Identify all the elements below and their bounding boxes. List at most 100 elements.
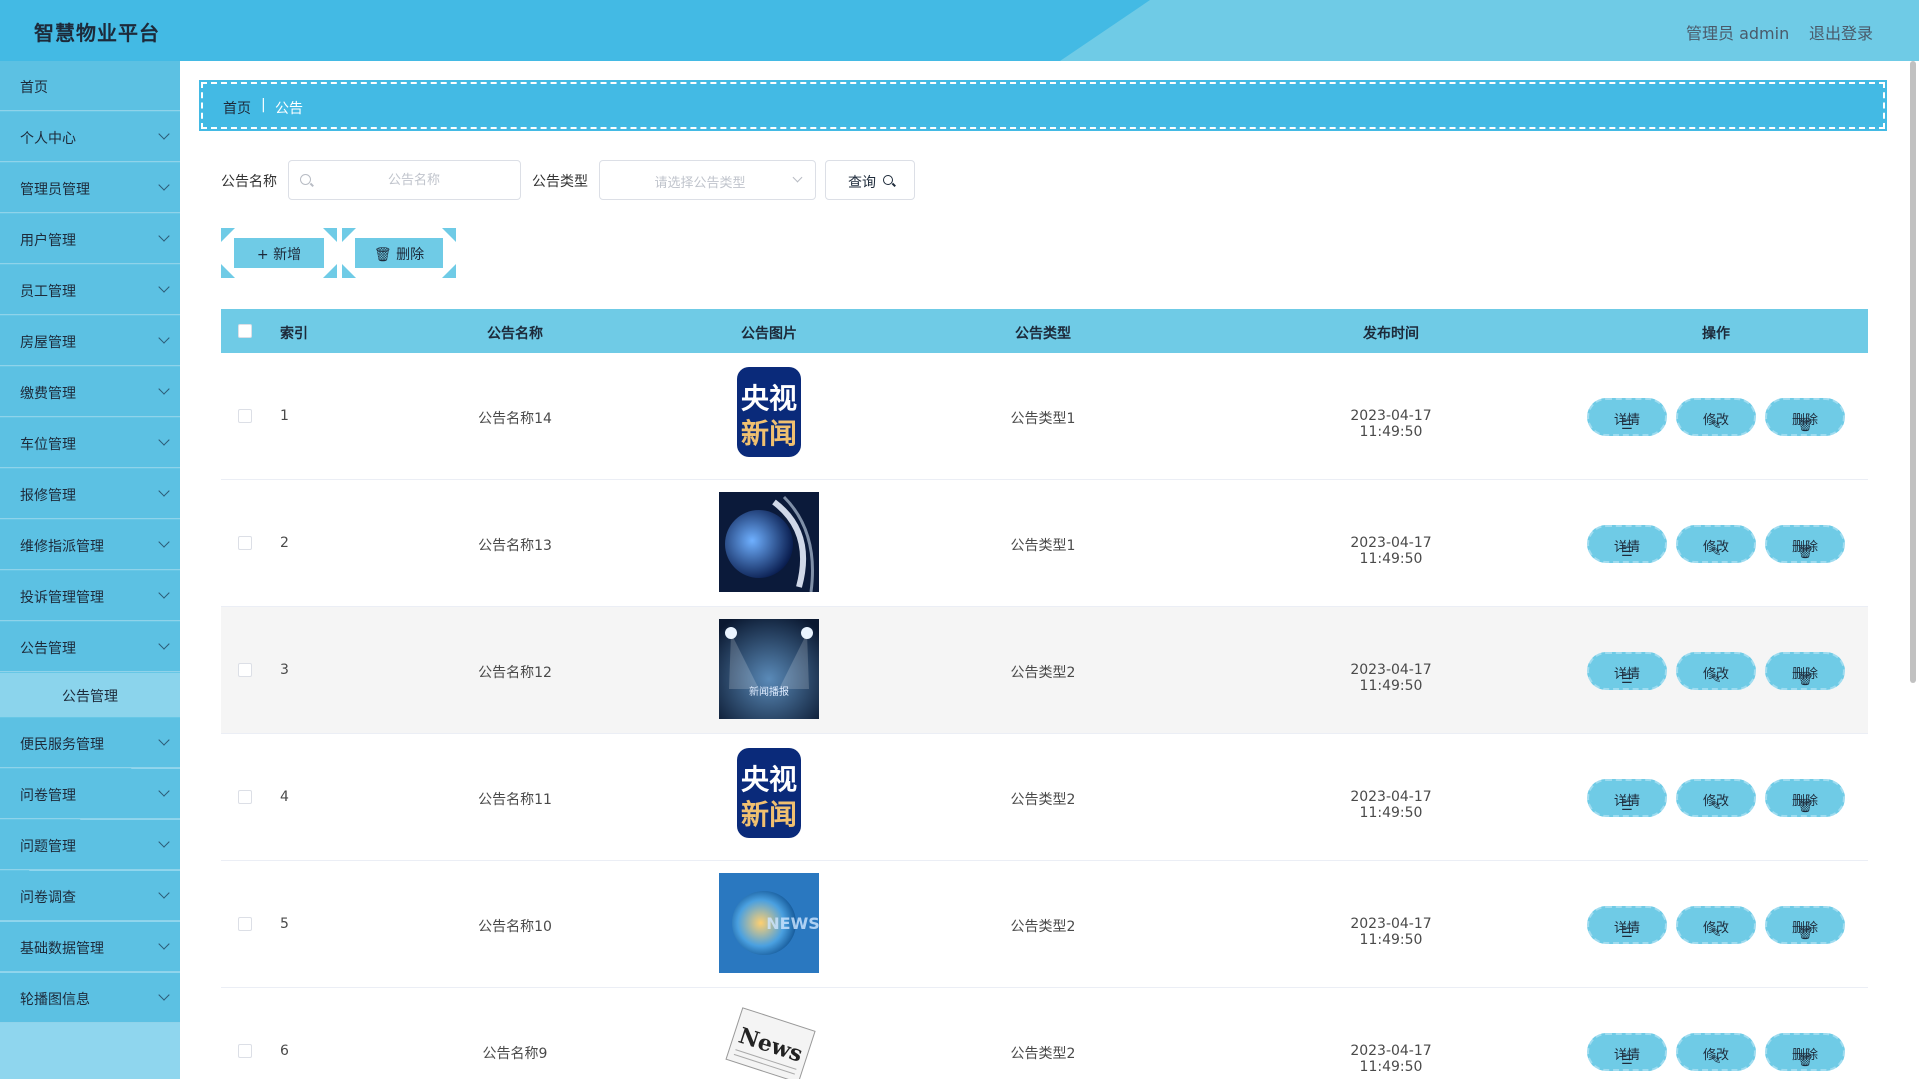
cell-name: 公告名称10: [478, 919, 552, 935]
delete-button[interactable]: 🗑 删除: [1765, 1033, 1845, 1071]
delete-button[interactable]: 🗑 删除: [1765, 525, 1845, 563]
cell-index: 5: [280, 916, 289, 932]
table-row: 3 公告名称12 公告类型2 2023-04-17 11:49:50 新闻播报 ☰ 详情 ✎…: [221, 607, 1868, 734]
scrollbar-thumb[interactable]: [1910, 61, 1916, 683]
sidebar-item-16[interactable]: 基础数据管理: [0, 922, 180, 972]
col-name: 公告名称: [487, 326, 543, 342]
sidebar-subitem-notice[interactable]: 公告管理: [0, 673, 180, 717]
sidebar-item-6[interactable]: 缴费管理: [0, 367, 180, 417]
sidebar-item-11[interactable]: 公告管理: [0, 622, 180, 672]
edit-button[interactable]: ✎ 修改: [1676, 652, 1756, 690]
name-search-input[interactable]: [319, 161, 509, 199]
row-checkbox[interactable]: [238, 409, 252, 423]
top-header: 智慧物业平台 管理员 admin 退出登录: [0, 0, 1919, 61]
breadcrumb-separator: |: [261, 97, 266, 113]
chevron-down-icon: [158, 434, 170, 446]
sidebar-item-4[interactable]: 员工管理: [0, 265, 180, 315]
detail-button[interactable]: ☰ 详情: [1587, 779, 1667, 817]
logout-link[interactable]: 退出登录: [1809, 20, 1873, 44]
document-icon: ☰: [1621, 1053, 1633, 1068]
sidebar-item-label: 问卷调查: [20, 890, 76, 906]
sidebar-item-3[interactable]: 用户管理: [0, 214, 180, 264]
trash-icon: 🗑: [1796, 926, 1814, 941]
sidebar-item-label: 投诉管理管理: [20, 590, 104, 606]
sidebar-item-5[interactable]: 房屋管理: [0, 316, 180, 366]
row-checkbox[interactable]: [238, 790, 252, 804]
sidebar-item-9[interactable]: 维修指派管理: [0, 520, 180, 570]
detail-button[interactable]: ☰ 详情: [1587, 1033, 1667, 1071]
sidebar-item-label: 轮播图信息: [20, 992, 90, 1008]
app-title: 智慧物业平台: [34, 21, 160, 45]
table-row: 1 公告名称14 公告类型1 2023-04-17 11:49:50 央视 新闻 ☰ 详情 ✎…: [221, 353, 1868, 480]
sidebar-item-12[interactable]: 便民服务管理: [0, 718, 180, 768]
sidebar-item-10[interactable]: 投诉管理管理: [0, 571, 180, 621]
cell-type: 公告类型2: [1010, 1046, 1076, 1062]
delete-button[interactable]: 🗑 删除: [1765, 779, 1845, 817]
detail-button[interactable]: ☰ 详情: [1587, 906, 1667, 944]
delete-button[interactable]: 🗑 删除: [1765, 906, 1845, 944]
row-checkbox[interactable]: [238, 536, 252, 550]
query-button[interactable]: 查询: [825, 160, 915, 200]
document-icon: ☰: [1621, 545, 1633, 560]
col-operations: 操作: [1702, 326, 1730, 342]
header-decoration: [1060, 0, 1919, 61]
sidebar-item-17[interactable]: 轮播图信息: [0, 973, 180, 1023]
name-search-field[interactable]: [288, 160, 521, 200]
type-select[interactable]: 请选择公告类型: [599, 160, 816, 200]
sidebar-item-2[interactable]: 管理员管理: [0, 163, 180, 213]
logo-line-1: 央视: [741, 382, 797, 415]
pencil-icon: ✎: [1710, 799, 1722, 814]
table-row: 2 公告名称13 公告类型1 2023-04-17 11:49:50 ☰ 详情 ✎ 修改 🗑…: [221, 480, 1868, 607]
document-icon: ☰: [1621, 926, 1633, 941]
edit-button[interactable]: ✎ 修改: [1676, 779, 1756, 817]
trash-icon: 🗑: [1796, 545, 1814, 560]
sidebar-item-label: 首页: [20, 80, 48, 96]
select-all-checkbox[interactable]: [238, 324, 252, 338]
stage-caption: 新闻播报: [749, 685, 789, 698]
detail-button[interactable]: ☰ 详情: [1587, 398, 1667, 436]
sidebar-item-15[interactable]: 问卷调查: [0, 871, 180, 921]
type-filter-label: 公告类型: [532, 174, 588, 190]
chevron-down-icon: [158, 332, 170, 344]
document-icon: ☰: [1621, 672, 1633, 687]
sidebar-item-label: 管理员管理: [20, 182, 90, 198]
sidebar-item-label: 车位管理: [20, 437, 76, 453]
cell-type: 公告类型1: [1010, 538, 1076, 554]
notice-image: News: [719, 1000, 819, 1079]
row-checkbox[interactable]: [238, 663, 252, 677]
chevron-down-icon: [158, 587, 170, 599]
document-icon: ☰: [1621, 418, 1633, 433]
detail-button[interactable]: ☰ 详情: [1587, 652, 1667, 690]
chevron-down-icon: [158, 887, 170, 899]
add-button[interactable]: + 新增: [219, 227, 339, 279]
edit-button[interactable]: ✎ 修改: [1676, 906, 1756, 944]
page-scrollbar[interactable]: [1906, 61, 1919, 1079]
sidebar-item-1[interactable]: 个人中心: [0, 112, 180, 162]
delete-button[interactable]: 🗑 删除: [1765, 398, 1845, 436]
sidebar-item-13[interactable]: 问卷管理: [0, 769, 180, 819]
sidebar-item-0[interactable]: 首页: [0, 61, 180, 111]
batch-delete-button[interactable]: 🗑 删除: [340, 227, 458, 279]
edit-button[interactable]: ✎ 修改: [1676, 398, 1756, 436]
delete-button[interactable]: 🗑 删除: [1765, 652, 1845, 690]
trash-icon: 🗑: [1796, 418, 1814, 433]
notice-image: [719, 492, 819, 593]
pencil-icon: ✎: [1710, 418, 1722, 433]
chevron-down-icon: [158, 938, 170, 950]
row-checkbox[interactable]: [238, 917, 252, 931]
edit-button[interactable]: ✎ 修改: [1676, 1033, 1756, 1071]
sidebar-item-7[interactable]: 车位管理: [0, 418, 180, 468]
edit-button[interactable]: ✎ 修改: [1676, 525, 1756, 563]
detail-button[interactable]: ☰ 详情: [1587, 525, 1667, 563]
search-icon: [300, 174, 311, 185]
chevron-down-icon: [158, 734, 170, 746]
sidebar-item-8[interactable]: 报修管理: [0, 469, 180, 519]
search-icon: [883, 175, 893, 185]
news-overlay: NEWS: [766, 914, 819, 933]
cell-type: 公告类型2: [1010, 792, 1076, 808]
query-button-label: 查询: [848, 175, 876, 191]
sidebar-item-14[interactable]: 问题管理: [0, 820, 180, 870]
row-checkbox[interactable]: [238, 1044, 252, 1058]
cell-index: 6: [280, 1043, 289, 1059]
breadcrumb-home[interactable]: 首页: [223, 98, 251, 118]
